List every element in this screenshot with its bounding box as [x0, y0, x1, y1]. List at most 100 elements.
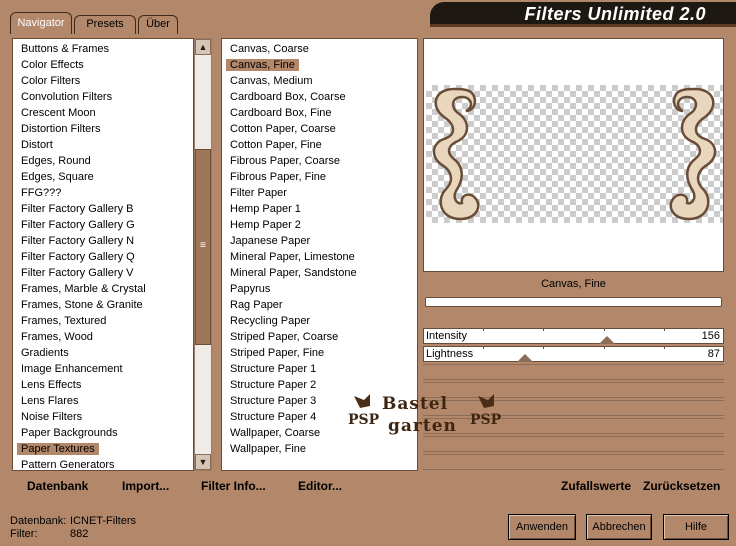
filter-item[interactable]: Structure Paper 1 [222, 361, 417, 377]
category-item-label: Color Effects [21, 59, 84, 71]
zuruecksetzen-link[interactable]: Zurücksetzen [643, 479, 720, 493]
category-item[interactable]: Lens Flares [13, 393, 193, 409]
watermark-logo: Bastel garten PSP PSP [348, 390, 508, 446]
filter-item[interactable]: Cardboard Box, Coarse [222, 89, 417, 105]
filter-item[interactable]: Hemp Paper 2 [222, 217, 417, 233]
slider-tick [663, 346, 665, 349]
apply-button[interactable]: Anwenden [508, 514, 576, 540]
category-item[interactable]: Noise Filters [13, 409, 193, 425]
filter-item-label: Structure Paper 3 [230, 395, 317, 407]
filter-item[interactable]: Hemp Paper 1 [222, 201, 417, 217]
category-item[interactable]: Pattern Generators [13, 457, 193, 471]
filter-item[interactable]: Papyrus [222, 281, 417, 297]
category-item-label: Noise Filters [21, 411, 83, 423]
category-item-label: Filter Factory Gallery V [21, 267, 134, 279]
slider-thumb[interactable] [517, 354, 534, 362]
filter-item-label: Mineral Paper, Sandstone [230, 267, 357, 279]
filter-item-label: Cardboard Box, Coarse [230, 91, 346, 103]
category-item[interactable]: Filter Factory Gallery V [13, 265, 193, 281]
category-item[interactable]: Image Enhancement [13, 361, 193, 377]
category-item[interactable]: Convolution Filters [13, 89, 193, 105]
help-button[interactable]: Hilfe [663, 514, 729, 540]
preview-canvas [426, 85, 723, 223]
scroll-thumb[interactable]: ≡ [195, 149, 211, 345]
category-item[interactable]: Color Effects [13, 57, 193, 73]
slider-thumb[interactable] [598, 336, 615, 344]
category-item[interactable]: Frames, Stone & Granite [13, 297, 193, 313]
tab-presets[interactable]: Presets [74, 15, 136, 34]
filter-item[interactable]: Cardboard Box, Fine [222, 105, 417, 121]
zufallswerte-link[interactable]: Zufallswerte [561, 479, 631, 493]
filter-item-label: Papyrus [230, 283, 271, 295]
category-item[interactable]: Gradients [13, 345, 193, 361]
filter-item[interactable]: Canvas, Coarse [222, 41, 417, 57]
filter-item-label: Recycling Paper [230, 315, 311, 327]
category-item-label: Pattern Generators [21, 459, 115, 471]
filter-item[interactable]: Japanese Paper [222, 233, 417, 249]
slider-tick [543, 346, 545, 349]
slider-label: Lightness [426, 348, 474, 360]
datenbank-link[interactable]: Datenbank [27, 479, 88, 493]
filter-item-label: Structure Paper 2 [230, 379, 317, 391]
category-item[interactable]: Lens Effects [13, 377, 193, 393]
filter-item-label: Filter Paper [230, 187, 287, 199]
empty-slider-row [423, 454, 724, 470]
filter-item[interactable]: Mineral Paper, Limestone [222, 249, 417, 265]
import-link[interactable]: Import... [122, 479, 169, 493]
category-item[interactable]: Frames, Wood [13, 329, 193, 345]
category-item[interactable]: Distort [13, 137, 193, 153]
category-item-label: Image Enhancement [21, 363, 123, 375]
category-item[interactable]: Crescent Moon [13, 105, 193, 121]
cancel-button[interactable]: Abbrechen [586, 514, 652, 540]
filter-item-label: Fibrous Paper, Coarse [230, 155, 341, 167]
filter-info-link[interactable]: Filter Info... [201, 479, 266, 493]
category-item[interactable]: Edges, Square [13, 169, 193, 185]
filter-item[interactable]: Filter Paper [222, 185, 417, 201]
category-item[interactable]: Edges, Round [13, 153, 193, 169]
filter-item[interactable]: Cotton Paper, Fine [222, 137, 417, 153]
tab-ueber[interactable]: Über [138, 15, 178, 34]
category-item[interactable]: Filter Factory Gallery B [13, 201, 193, 217]
category-item-label: Color Filters [21, 75, 81, 87]
scroll-up-button[interactable]: ▲ [195, 39, 211, 55]
editor-link[interactable]: Editor... [298, 479, 342, 493]
filter-item[interactable]: Recycling Paper [222, 313, 417, 329]
category-scrollbar[interactable]: ▲ ≡ ▼ [194, 38, 212, 471]
slider-tick [543, 328, 545, 331]
category-item[interactable]: Filter Factory Gallery Q [13, 249, 193, 265]
filter-item[interactable]: Canvas, Medium [222, 73, 417, 89]
status-datenbank-label: Datenbank: [10, 515, 67, 527]
category-item[interactable]: FFG??? [13, 185, 193, 201]
category-item[interactable]: Filter Factory Gallery N [13, 233, 193, 249]
slider-tick [603, 346, 605, 349]
category-item-label: Lens Flares [21, 395, 79, 407]
grip-icon: ≡ [200, 240, 206, 251]
category-item-label: Crescent Moon [21, 107, 96, 119]
category-item[interactable]: Filter Factory Gallery G [13, 217, 193, 233]
filter-item[interactable]: Mineral Paper, Sandstone [222, 265, 417, 281]
category-item[interactable]: Frames, Textured [13, 313, 193, 329]
category-item[interactable]: Buttons & Frames [13, 41, 193, 57]
category-item[interactable]: Paper Textures [13, 441, 193, 457]
filter-item[interactable]: Fibrous Paper, Fine [222, 169, 417, 185]
tab-navigator[interactable]: Navigator [10, 12, 72, 34]
category-item[interactable]: Color Filters [13, 73, 193, 89]
slider-tick [603, 328, 605, 331]
title-banner: Filters Unlimited 2.0 [430, 2, 736, 27]
filter-item[interactable]: Cotton Paper, Coarse [222, 121, 417, 137]
category-item[interactable]: Paper Backgrounds [13, 425, 193, 441]
filter-item[interactable]: Striped Paper, Coarse [222, 329, 417, 345]
scroll-down-button[interactable]: ▼ [195, 454, 211, 470]
filter-item-label: Rag Paper [230, 299, 283, 311]
filter-item[interactable]: Striped Paper, Fine [222, 345, 417, 361]
category-item-label: Frames, Marble & Crystal [21, 283, 146, 295]
category-item[interactable]: Frames, Marble & Crystal [13, 281, 193, 297]
filter-item[interactable]: Rag Paper [222, 297, 417, 313]
filter-item-label: Striped Paper, Coarse [230, 331, 339, 343]
slider-lightness[interactable]: Lightness 87 [423, 346, 724, 362]
category-item[interactable]: Distortion Filters [13, 121, 193, 137]
filter-item[interactable]: Canvas, Fine [222, 57, 417, 73]
slider-intensity[interactable]: Intensity 156 [423, 328, 724, 344]
filter-item[interactable]: Fibrous Paper, Coarse [222, 153, 417, 169]
progress-bar [425, 297, 722, 307]
